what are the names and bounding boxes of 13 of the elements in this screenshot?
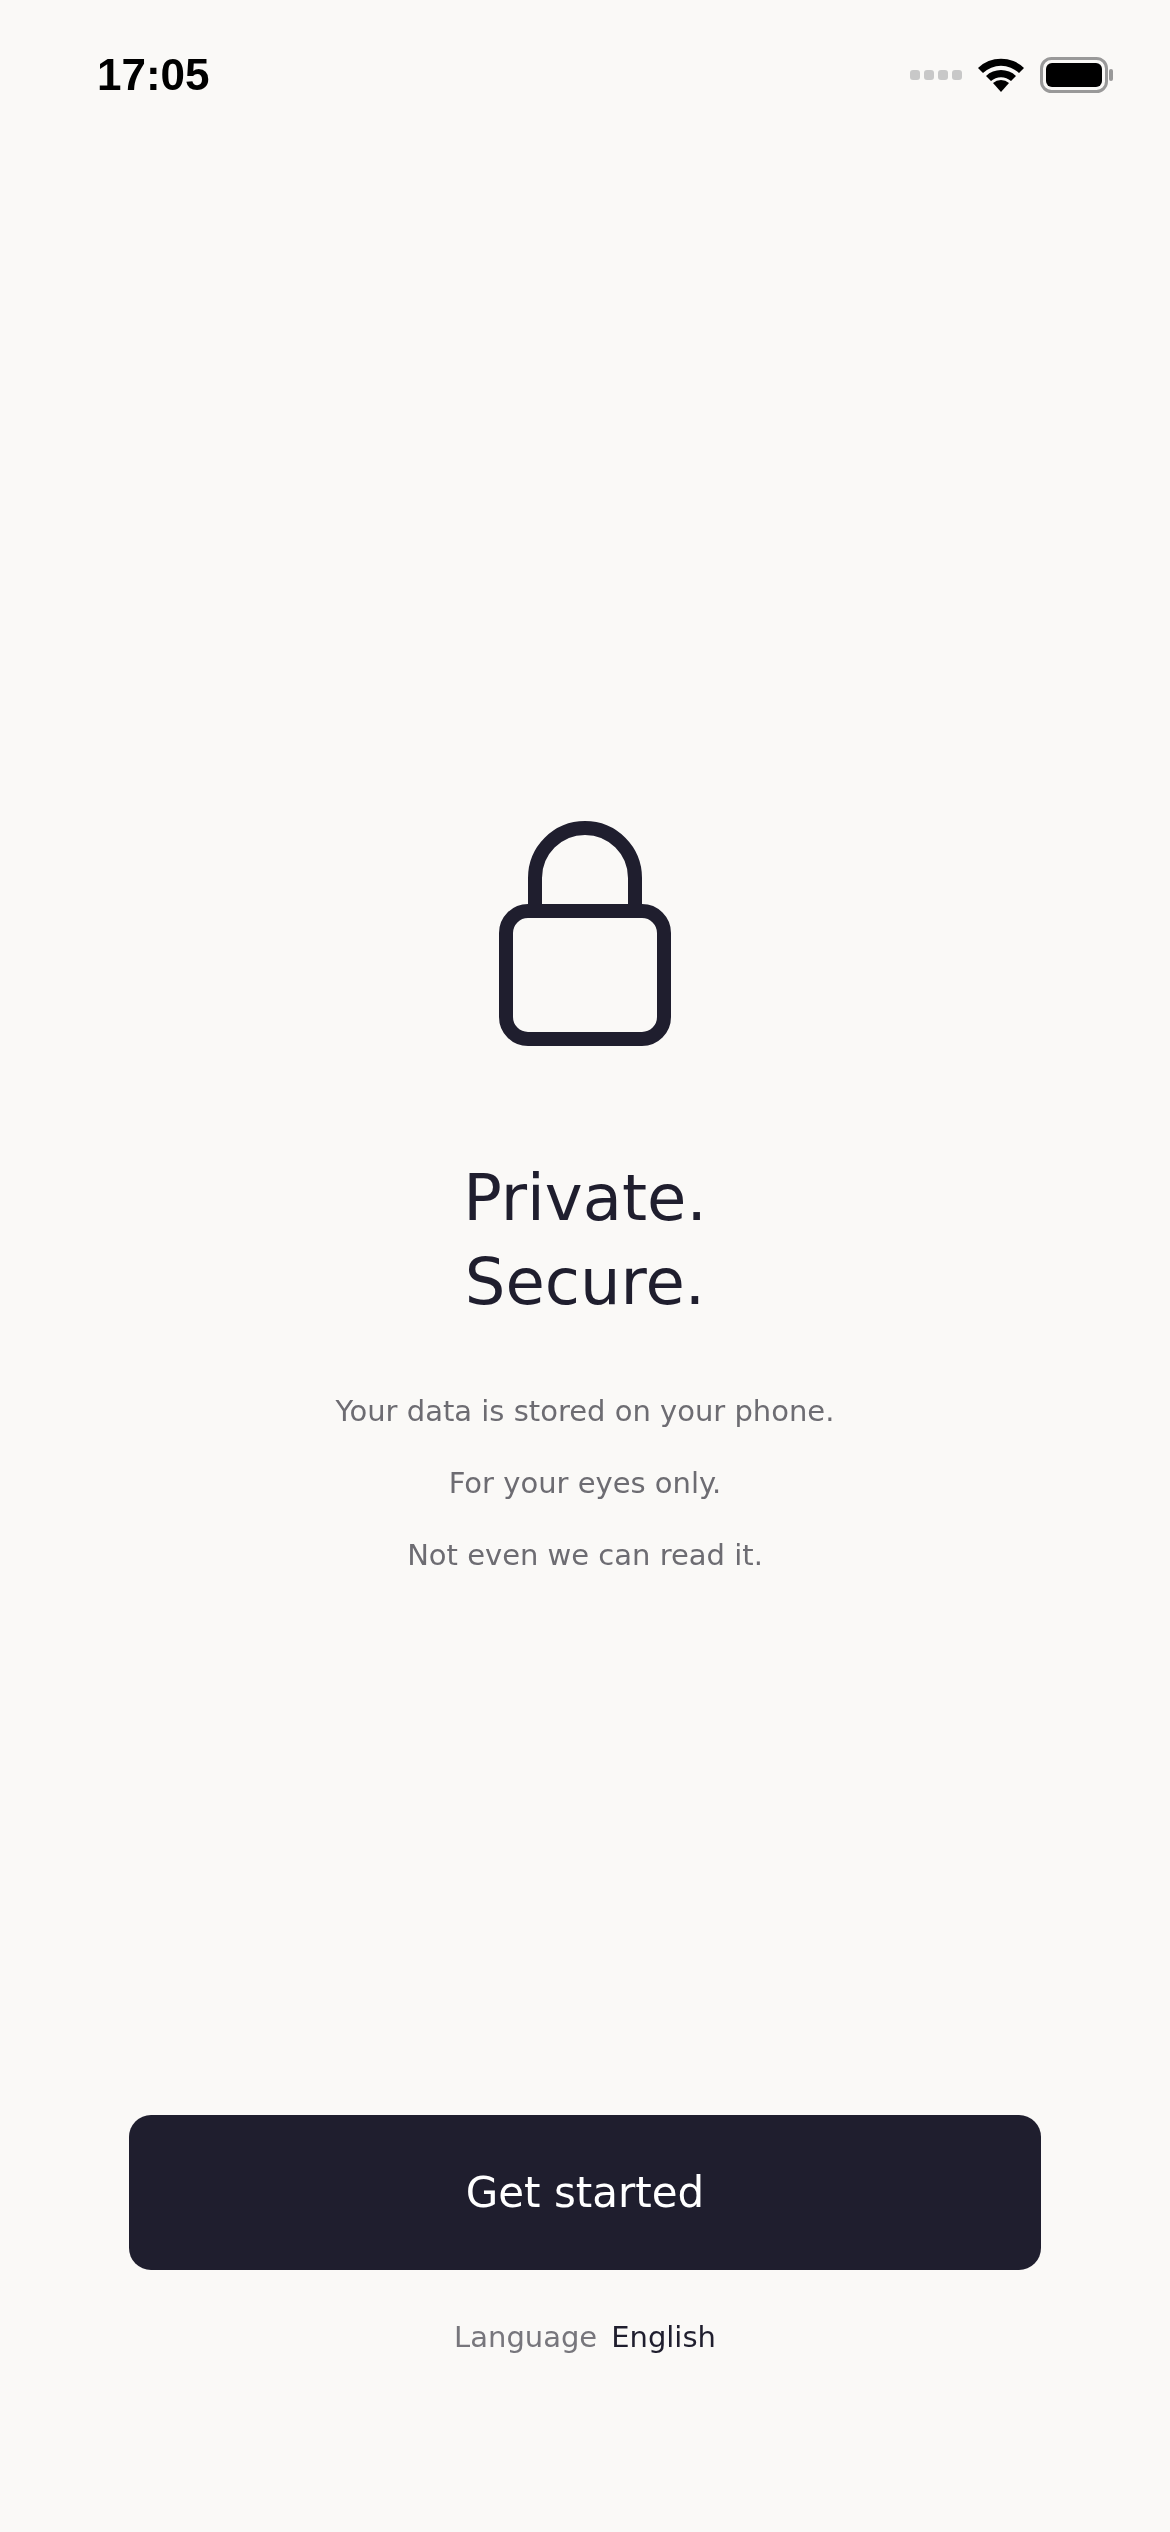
signal-icon [910,69,962,81]
description-line: For your eyes only. [448,1465,722,1502]
title-line: Private. [463,1160,707,1237]
lock-icon [499,818,671,1046]
description-line: Not even we can read it. [407,1537,763,1574]
get-started-button[interactable]: Get started [129,2115,1041,2270]
description-line: Your data is stored on your phone. [335,1393,835,1430]
title-line: Secure. [464,1244,706,1321]
wifi-icon [976,56,1026,94]
language-selector[interactable]: English [611,2320,716,2354]
language-label: Language [454,2320,598,2354]
status-time: 17:05 [97,50,210,100]
battery-icon [1040,57,1114,93]
